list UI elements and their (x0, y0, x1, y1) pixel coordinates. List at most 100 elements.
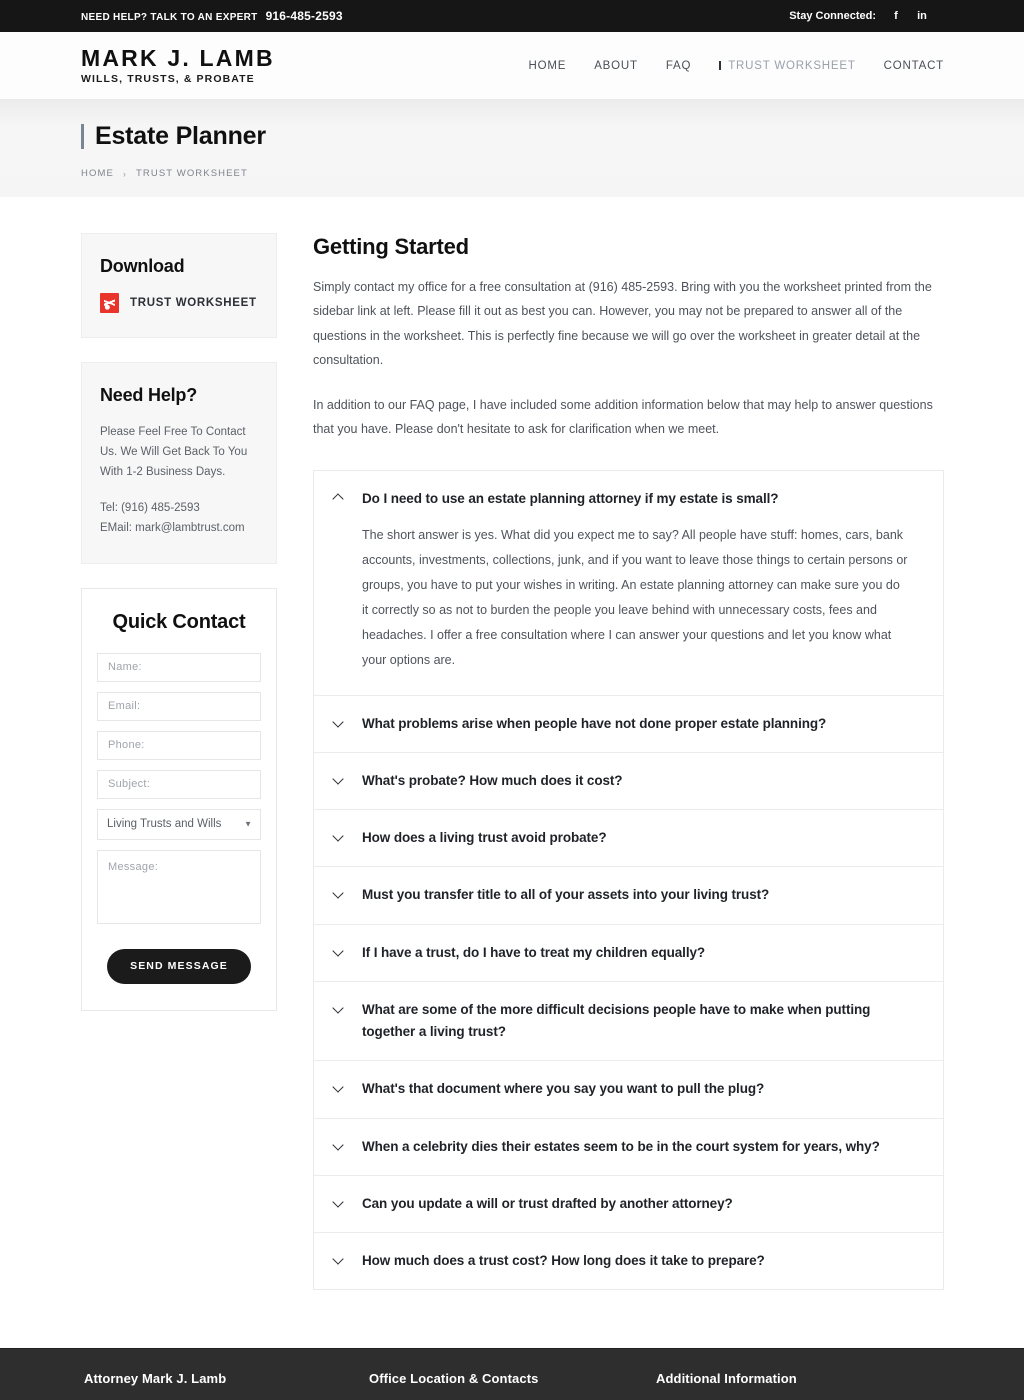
page-title-wrap: Estate Planner (81, 122, 944, 151)
accordion-header[interactable]: What problems arise when people have not… (314, 696, 943, 752)
breadcrumb-separator-icon: › (122, 168, 128, 179)
service-select[interactable]: Living Trusts and Wills (97, 808, 261, 840)
accordion-header[interactable]: Must you transfer title to all of your a… (314, 867, 943, 923)
page-title: Estate Planner (95, 122, 266, 150)
logo-name: MARK J. LAMB (81, 44, 275, 71)
breadcrumb-item-home[interactable]: HOME (81, 168, 114, 179)
chevron-down-icon (333, 1137, 344, 1153)
main-content: Getting Started Simply contact my office… (313, 233, 944, 1291)
service-select-wrap: Living Trusts and Wills ▼ (97, 808, 261, 840)
accordion-header[interactable]: How much does a trust cost? How long doe… (314, 1233, 943, 1289)
accordion-question: What's probate? How much does it cost? (362, 772, 623, 788)
accordion-question: What problems arise when people have not… (362, 715, 827, 731)
nav-item-faq[interactable]: FAQ (666, 60, 691, 72)
breadcrumb-item-trust-worksheet: TRUST WORKSHEET (136, 168, 248, 179)
quick-contact-card: Quick Contact Living Trusts and Wills ▼ … (81, 587, 277, 1011)
social-links: Stay Connected: f in (789, 10, 928, 22)
accordion-item: How much does a trust cost? How long doe… (314, 1233, 943, 1289)
subject-field[interactable] (97, 769, 261, 799)
footer-column-title: Additional Information (656, 1371, 797, 1386)
facebook-icon[interactable]: f (890, 10, 902, 22)
chevron-down-icon (333, 771, 344, 787)
nav-item-about[interactable]: ABOUT (594, 60, 638, 72)
page-body: Download TRUST WORKSHEET Need Help? Plea… (0, 197, 1024, 1291)
logo-tagline: WILLS, TRUSTS, & PROBATE (81, 72, 255, 85)
chevron-down-icon (333, 1251, 344, 1267)
send-message-button[interactable]: SEND MESSAGE (107, 948, 251, 984)
nav-item-trust-worksheet-label: TRUST WORKSHEET (728, 59, 856, 72)
accordion-header[interactable]: What's that document where you say you w… (314, 1061, 943, 1117)
need-help-contact: Tel: (916) 485-2593 EMail: mark@lambtrus… (100, 499, 258, 539)
main-navigation: HOME ABOUT FAQ TRUST WORKSHEET CONTACT (529, 60, 945, 72)
download-trust-worksheet-link[interactable]: TRUST WORKSHEET (100, 293, 258, 313)
need-help-card: Need Help? Please Feel Free To Contact U… (81, 362, 277, 564)
page-hero: Estate Planner HOME › TRUST WORKSHEET (0, 100, 1024, 197)
footer-columns: Attorney Mark J. Lamb Office Location & … (0, 1349, 1024, 1386)
main-heading: Getting Started (313, 234, 469, 259)
accordion-item: What's probate? How much does it cost? (314, 753, 943, 811)
accordion-header[interactable]: If I have a trust, do I have to treat my… (314, 925, 943, 981)
message-field[interactable] (97, 849, 261, 924)
intro-paragraph-2: In addition to our FAQ page, I have incl… (313, 397, 933, 436)
nav-item-contact[interactable]: CONTACT (884, 60, 944, 72)
stay-connected-label: Stay Connected: (789, 10, 876, 22)
download-card: Download TRUST WORKSHEET (81, 233, 277, 338)
download-link-label: TRUST WORKSHEET (130, 297, 257, 309)
accordion-item: How does a living trust avoid probate? (314, 810, 943, 868)
pdf-icon (100, 293, 119, 313)
footer-column-additional: Additional Information (656, 1371, 944, 1386)
email-field[interactable] (97, 691, 261, 721)
chevron-down-icon (333, 828, 344, 844)
site-footer: Attorney Mark J. Lamb Office Location & … (0, 1348, 1024, 1400)
footer-column-attorney: Attorney Mark J. Lamb (84, 1371, 369, 1386)
accordion-question: Do I need to use an estate planning atto… (362, 491, 779, 507)
accordion-question: How much does a trust cost? How long doe… (362, 1253, 765, 1269)
sidebar: Download TRUST WORKSHEET Need Help? Plea… (81, 233, 277, 1035)
accordion-header[interactable]: What's probate? How much does it cost? (314, 753, 943, 809)
phone-field[interactable] (97, 730, 261, 760)
footer-column-title: Office Location & Contacts (369, 1371, 539, 1386)
nav-item-trust-worksheet[interactable]: TRUST WORKSHEET (719, 60, 855, 72)
accordion-item: Must you transfer title to all of your a… (314, 867, 943, 925)
top-bar: NEED HELP? TALK TO AN EXPERT 916-485-259… (0, 0, 1024, 32)
title-accent-bar (81, 124, 84, 149)
chevron-down-icon (333, 714, 344, 730)
need-help-tel[interactable]: Tel: (916) 485-2593 (100, 499, 258, 519)
accordion-item: What's that document where you say you w… (314, 1061, 943, 1119)
accordion-question: Can you update a will or trust drafted b… (362, 1195, 733, 1211)
site-logo[interactable]: MARK J. LAMB WILLS, TRUSTS, & PROBATE (81, 44, 275, 85)
intro-paragraph-1: Simply contact my office for a free cons… (313, 280, 932, 368)
top-bar-help-text: NEED HELP? TALK TO AN EXPERT (81, 12, 258, 23)
accordion-question: What's that document where you say you w… (362, 1081, 765, 1097)
accordion-header[interactable]: How does a living trust avoid probate? (314, 810, 943, 866)
accordion-item: Do I need to use an estate planning atto… (314, 471, 943, 696)
accordion-item: What problems arise when people have not… (314, 696, 943, 753)
send-message-wrap: SEND MESSAGE (97, 948, 261, 984)
footer-column-office: Office Location & Contacts (369, 1371, 656, 1386)
accordion-question: What are some of the more difficult deci… (362, 1001, 871, 1040)
accordion-header[interactable]: Can you update a will or trust drafted b… (314, 1176, 943, 1232)
chevron-down-icon (333, 1000, 344, 1016)
chevron-down-icon (333, 1079, 344, 1095)
chevron-up-icon (333, 489, 344, 505)
accordion-header[interactable]: What are some of the more difficult deci… (314, 982, 943, 1061)
accordion-answer: The short answer is yes. What did you ex… (362, 527, 908, 667)
faq-accordion: Do I need to use an estate planning atto… (313, 470, 944, 1291)
nav-item-home[interactable]: HOME (529, 60, 567, 72)
active-nav-marker (719, 61, 722, 70)
need-help-email[interactable]: EMail: mark@lambtrust.com (100, 519, 258, 539)
accordion-header[interactable]: Do I need to use an estate planning atto… (314, 471, 943, 518)
accordion-item: What are some of the more difficult deci… (314, 982, 943, 1062)
accordion-item: Can you update a will or trust drafted b… (314, 1176, 943, 1234)
site-header: MARK J. LAMB WILLS, TRUSTS, & PROBATE HO… (0, 32, 1024, 100)
linkedin-icon[interactable]: in (916, 10, 928, 22)
top-bar-phone[interactable]: 916-485-2593 (266, 9, 343, 23)
need-help-body: Please Feel Free To Contact Us. We Will … (100, 426, 248, 479)
accordion-question: How does a living trust avoid probate? (362, 830, 607, 846)
accordion-question: If I have a trust, do I have to treat my… (362, 944, 706, 960)
quick-contact-heading: Quick Contact (112, 610, 246, 633)
accordion-header[interactable]: When a celebrity dies their estates seem… (314, 1119, 943, 1175)
footer-column-title: Attorney Mark J. Lamb (84, 1371, 227, 1386)
name-field[interactable] (97, 652, 261, 682)
chevron-down-icon (333, 1194, 344, 1210)
